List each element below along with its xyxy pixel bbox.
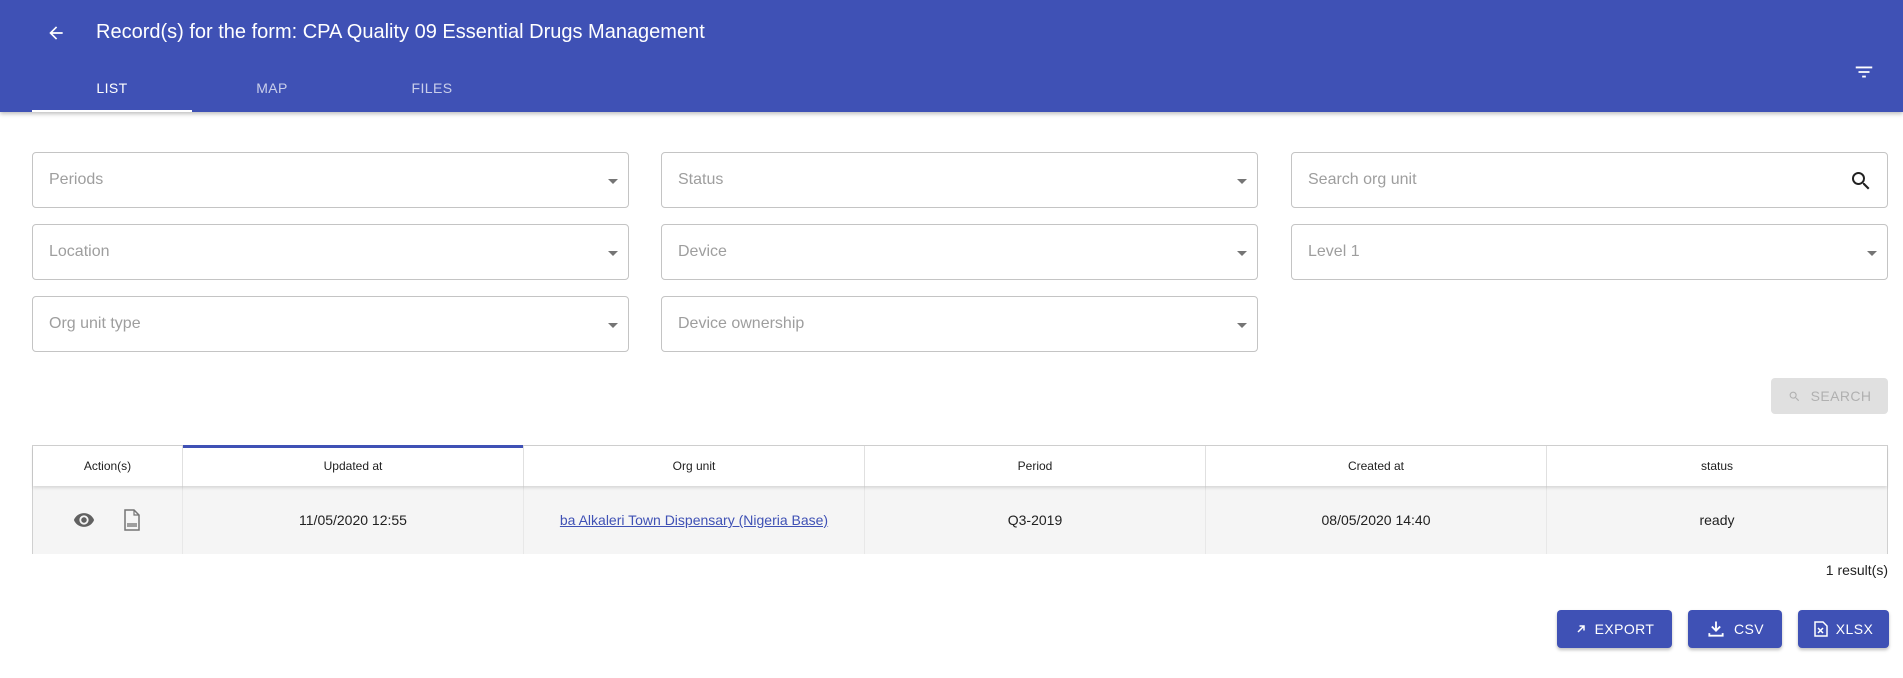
search-org-unit-input[interactable]: Search org unit <box>1291 152 1888 208</box>
page-title: Record(s) for the form: CPA Quality 09 E… <box>96 21 705 43</box>
results-count: 1 result(s) <box>1825 562 1888 578</box>
table-row: 11/05/2020 12:55 ba Alkaleri Town Dispen… <box>33 486 1887 554</box>
dropdown-arrow-icon <box>1237 179 1247 184</box>
arrow-left-icon <box>49 26 63 40</box>
export-button-label: EXPORT <box>1594 621 1655 637</box>
xlsx-button-label: XLSX <box>1835 621 1874 637</box>
tab-files[interactable]: FILES <box>352 66 512 112</box>
device-ownership-select[interactable]: Device ownership <box>661 296 1258 352</box>
status-select[interactable]: Status <box>661 152 1258 208</box>
back-button[interactable] <box>40 17 72 49</box>
dropdown-arrow-icon <box>608 179 618 184</box>
device-placeholder: Device <box>678 243 727 260</box>
dropdown-arrow-icon <box>608 323 618 328</box>
tab-list-label: LIST <box>96 80 128 96</box>
column-header-actions: Action(s) <box>33 446 183 486</box>
arrow-up-right-icon <box>1577 625 1585 633</box>
eye-icon[interactable] <box>72 508 96 532</box>
cell-created-at: 08/05/2020 14:40 <box>1206 486 1547 554</box>
location-select[interactable]: Location <box>32 224 629 280</box>
search-button[interactable]: SEARCH <box>1771 378 1888 414</box>
level-1-select[interactable]: Level 1 <box>1291 224 1888 280</box>
records-table: Action(s) Updated at Org unit Period Cre… <box>32 445 1888 554</box>
search-icon <box>1789 391 1799 401</box>
dropdown-arrow-icon <box>1237 251 1247 256</box>
column-header-updated-at[interactable]: Updated at <box>183 445 524 486</box>
cell-org-unit: ba Alkaleri Town Dispensary (Nigeria Bas… <box>524 486 865 554</box>
periods-select[interactable]: Periods <box>32 152 629 208</box>
location-placeholder: Location <box>49 243 110 260</box>
tab-map-label: MAP <box>256 80 288 96</box>
column-header-org-unit[interactable]: Org unit <box>524 446 865 486</box>
dropdown-arrow-icon <box>1237 323 1247 328</box>
search-icon[interactable] <box>1849 169 1873 193</box>
column-header-status[interactable]: status <box>1547 446 1887 486</box>
device-select[interactable]: Device <box>661 224 1258 280</box>
tab-list[interactable]: LIST <box>32 66 192 112</box>
dropdown-arrow-icon <box>1867 251 1877 256</box>
download-icon <box>1708 621 1724 637</box>
csv-button[interactable]: CSV <box>1688 610 1782 648</box>
row-actions <box>33 486 183 554</box>
filter-list-icon <box>1855 66 1873 78</box>
xlsx-button[interactable]: XLSX <box>1798 610 1889 648</box>
level-1-placeholder: Level 1 <box>1308 243 1360 260</box>
org-unit-type-placeholder: Org unit type <box>49 315 141 332</box>
search-button-label: SEARCH <box>1810 388 1872 404</box>
table-header: Action(s) Updated at Org unit Period Cre… <box>33 445 1887 486</box>
org-unit-link[interactable]: ba Alkaleri Town Dispensary (Nigeria Bas… <box>560 512 828 528</box>
periods-placeholder: Periods <box>49 171 104 188</box>
xml-file-icon[interactable] <box>120 508 144 532</box>
export-button[interactable]: EXPORT <box>1557 610 1672 648</box>
cell-updated-at: 11/05/2020 12:55 <box>183 486 524 554</box>
excel-file-icon <box>1814 621 1828 637</box>
column-header-created-at[interactable]: Created at <box>1206 446 1547 486</box>
cell-period: Q3-2019 <box>865 486 1206 554</box>
cell-status: ready <box>1699 512 1735 528</box>
status-placeholder: Status <box>678 171 724 188</box>
csv-button-label: CSV <box>1734 621 1764 637</box>
column-header-period[interactable]: Period <box>865 446 1206 486</box>
org-unit-type-select[interactable]: Org unit type <box>32 296 629 352</box>
search-org-unit-placeholder: Search org unit <box>1308 171 1417 188</box>
device-ownership-placeholder: Device ownership <box>678 315 805 332</box>
tab-bar: LIST MAP FILES <box>32 66 512 112</box>
app-bar: Record(s) for the form: CPA Quality 09 E… <box>0 0 1903 112</box>
dropdown-arrow-icon <box>608 251 618 256</box>
filter-toggle-button[interactable] <box>1848 56 1880 88</box>
tab-map[interactable]: MAP <box>192 66 352 112</box>
tab-files-label: FILES <box>411 80 453 96</box>
